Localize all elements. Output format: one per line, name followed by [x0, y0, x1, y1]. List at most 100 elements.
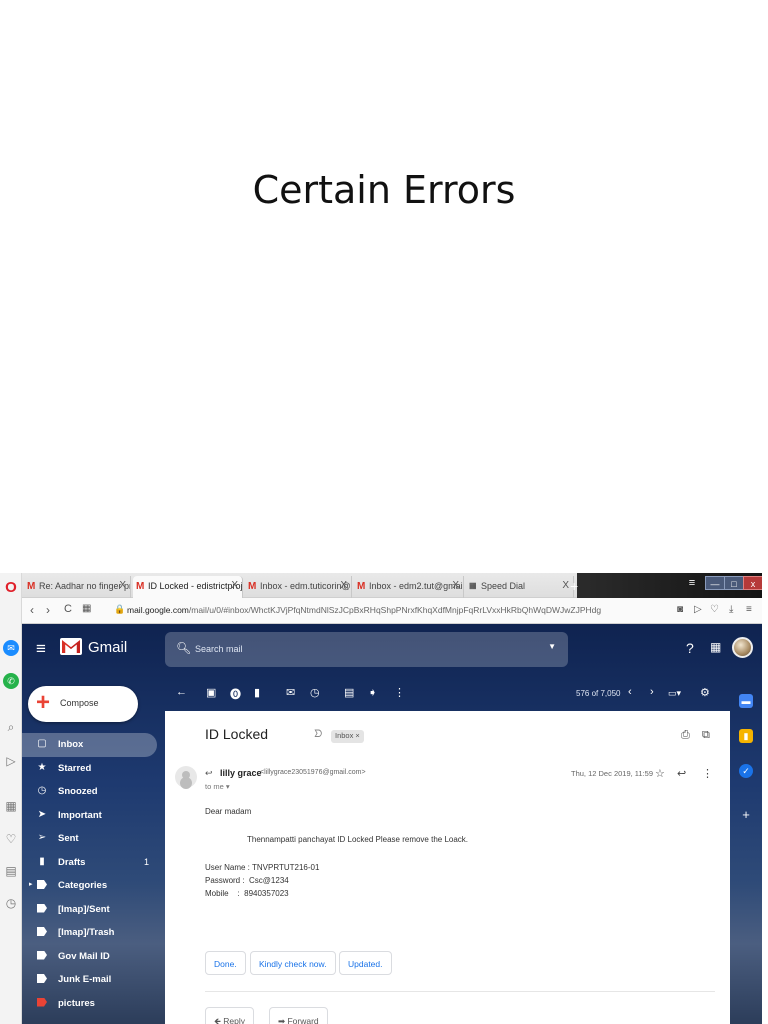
message-date: Thu, 12 Dec 2019, 11:59	[571, 769, 654, 778]
reply-icon[interactable]: ↩	[677, 767, 686, 780]
minimize-icon[interactable]: —	[705, 576, 725, 590]
apps-grid-icon[interactable]: ▦	[710, 640, 721, 654]
message-toolbar: ← ▣ ⓿ ▮ ✉ ◷ ▤ ➧ ⋮ 576 of 7,050 ‹ › ▭▾ ⚙	[168, 684, 762, 706]
reload-icon[interactable]: C	[64, 603, 72, 615]
input-tools-icon[interactable]: ▭▾	[668, 688, 681, 699]
snapshot-icon[interactable]: ◙	[677, 604, 683, 615]
nav-item-categories[interactable]: ▸ Categories	[22, 874, 157, 898]
nav-item-drafts[interactable]: ▮ Drafts 1	[22, 851, 157, 875]
maximize-icon[interactable]: □	[724, 576, 744, 590]
speed-dial-icon[interactable]: ▦	[82, 603, 91, 614]
tab-inbox-edm2[interactable]: M Inbox - edm2.tut@gmail.c X	[354, 576, 464, 598]
older-icon[interactable]: ›	[650, 686, 654, 698]
settings-icon[interactable]: ⚙	[700, 686, 710, 699]
search-icon[interactable]: ⌕	[3, 719, 19, 735]
nav-item-pictures[interactable]: pictures	[22, 992, 157, 1016]
nav-item-inbox[interactable]: ▢ Inbox	[22, 733, 157, 757]
labels-icon[interactable]: ➧	[368, 686, 377, 699]
smart-reply-updated[interactable]: Updated.	[339, 951, 392, 975]
inbox-label-chip[interactable]: Inbox ×	[331, 730, 364, 743]
tab-speed-dial[interactable]: ▦ Speed Dial X	[466, 576, 574, 598]
easy-setup-icon[interactable]: ≡	[746, 604, 752, 615]
snooze-icon[interactable]: ◷	[310, 686, 320, 699]
speed-dial-icon[interactable]: ▦	[3, 798, 19, 814]
flow-icon[interactable]: ▷	[694, 604, 702, 615]
more-options-icon[interactable]: ⋮	[394, 686, 405, 699]
back-icon[interactable]: ‹	[30, 603, 34, 617]
tab-inbox-tuticorin[interactable]: M Inbox - edm.tuticorin@gm X	[245, 576, 352, 598]
clock-icon: ◷	[37, 785, 47, 796]
download-icon[interactable]: ⤓	[729, 604, 733, 615]
smart-reply-done[interactable]: Done.	[205, 951, 246, 975]
compose-button[interactable]: + Compose	[28, 686, 138, 722]
search-options-icon[interactable]: ▼	[548, 642, 556, 651]
back-to-inbox-icon[interactable]: ←	[176, 686, 187, 698]
nav-item-junk-email[interactable]: Junk E-mail	[22, 968, 157, 992]
mark-unread-icon[interactable]: ✉	[286, 686, 295, 699]
add-addon-icon[interactable]: +	[739, 808, 753, 822]
nav-item-important[interactable]: ➤ Important	[22, 804, 157, 828]
close-tab-icon[interactable]: X	[119, 580, 126, 591]
move-to-icon[interactable]: ▤	[344, 686, 354, 699]
nav-item-sent[interactable]: ➢ Sent	[22, 827, 157, 851]
compose-plus-icon: +	[36, 689, 51, 716]
url-field[interactable]: mail.google.com/mail/u/0/#inbox/WhctKJVj…	[127, 605, 601, 615]
delete-icon[interactable]: ▮	[254, 686, 260, 699]
sender-name: lilly grace	[220, 768, 262, 778]
history-icon[interactable]: ◷	[3, 895, 19, 911]
gmail-favicon-icon: M	[357, 581, 366, 592]
expand-arrow-icon[interactable]: ▸	[29, 880, 33, 888]
archive-icon[interactable]: ▣	[206, 686, 216, 699]
label-icon	[36, 903, 48, 916]
nav-item-starred[interactable]: ★ Starred	[22, 757, 157, 781]
open-new-window-icon[interactable]: ⧉	[702, 729, 710, 742]
nav-item-imap-sent[interactable]: [Imap]/Sent	[22, 898, 157, 922]
flow-icon[interactable]: ▷	[3, 753, 19, 769]
important-icon: ➤	[37, 808, 47, 820]
search-icon[interactable]: 🔍︎	[176, 641, 191, 655]
nav-item-gov-mail-id[interactable]: Gov Mail ID	[22, 945, 157, 969]
search-input[interactable]	[195, 641, 495, 657]
heart-icon[interactable]: ♡	[710, 604, 719, 615]
tasks-icon[interactable]: ✓	[739, 764, 753, 778]
recipient-toggle[interactable]: to me ▾	[205, 782, 230, 791]
messenger-icon[interactable]: ✉	[3, 640, 19, 656]
help-icon[interactable]: ?	[686, 640, 694, 656]
new-tab-button[interactable]: +	[570, 578, 578, 594]
tab-id-locked[interactable]: M ID Locked - edistrictproject X	[133, 576, 243, 598]
gmail-logo-icon[interactable]	[60, 638, 82, 655]
calendar-icon[interactable]: ▬	[739, 694, 753, 708]
opera-logo-icon[interactable]: O	[3, 580, 19, 596]
print-icon[interactable]: ⎙	[681, 729, 690, 742]
reply-button[interactable]: 🡸 Reply	[205, 1007, 254, 1024]
gmail-favicon-icon: M	[136, 581, 145, 592]
main-menu-icon[interactable]: ≡	[36, 639, 46, 659]
smart-reply-kindly-check[interactable]: Kindly check now.	[250, 951, 336, 975]
menu-icon[interactable]: ≡	[682, 576, 702, 590]
close-tab-icon[interactable]: X	[340, 580, 347, 591]
nav-item-snoozed[interactable]: ◷ Snoozed	[22, 780, 157, 804]
more-icon[interactable]: ⋮	[702, 767, 713, 780]
news-icon[interactable]: ▤	[3, 863, 19, 879]
report-spam-icon[interactable]: ⓿	[230, 686, 241, 702]
gmail-header: ≡ Gmail 🔍︎ ▼ ? ▦	[22, 624, 762, 674]
heart-icon[interactable]: ♡	[3, 831, 19, 847]
forward-icon[interactable]: ›	[46, 603, 50, 617]
importance-marker-icon[interactable]: ᗤ	[314, 729, 322, 740]
close-tab-icon[interactable]: X	[452, 580, 459, 591]
forward-button[interactable]: ➡ Forward	[269, 1007, 328, 1024]
star-icon[interactable]: ☆	[655, 767, 665, 780]
close-tab-icon[interactable]: X	[562, 580, 569, 591]
close-window-icon[interactable]: x	[743, 576, 762, 590]
reply-icon: 🡸	[214, 1016, 224, 1024]
address-bar: ‹ › C ▦ 🔒 mail.google.com/mail/u/0/#inbo…	[22, 598, 762, 624]
account-avatar[interactable]	[732, 637, 753, 658]
message-subject: ID Locked	[205, 726, 269, 742]
nav-item-imap-trash[interactable]: [Imap]/Trash	[22, 921, 157, 945]
tab-aadhar[interactable]: M Re: Aadhar no finger print X	[24, 576, 131, 598]
keep-icon[interactable]: ▮	[739, 729, 753, 743]
whatsapp-icon[interactable]: ✆	[3, 673, 19, 689]
close-tab-icon[interactable]: X	[231, 580, 238, 591]
label-icon	[36, 973, 48, 986]
newer-icon[interactable]: ‹	[628, 686, 632, 698]
